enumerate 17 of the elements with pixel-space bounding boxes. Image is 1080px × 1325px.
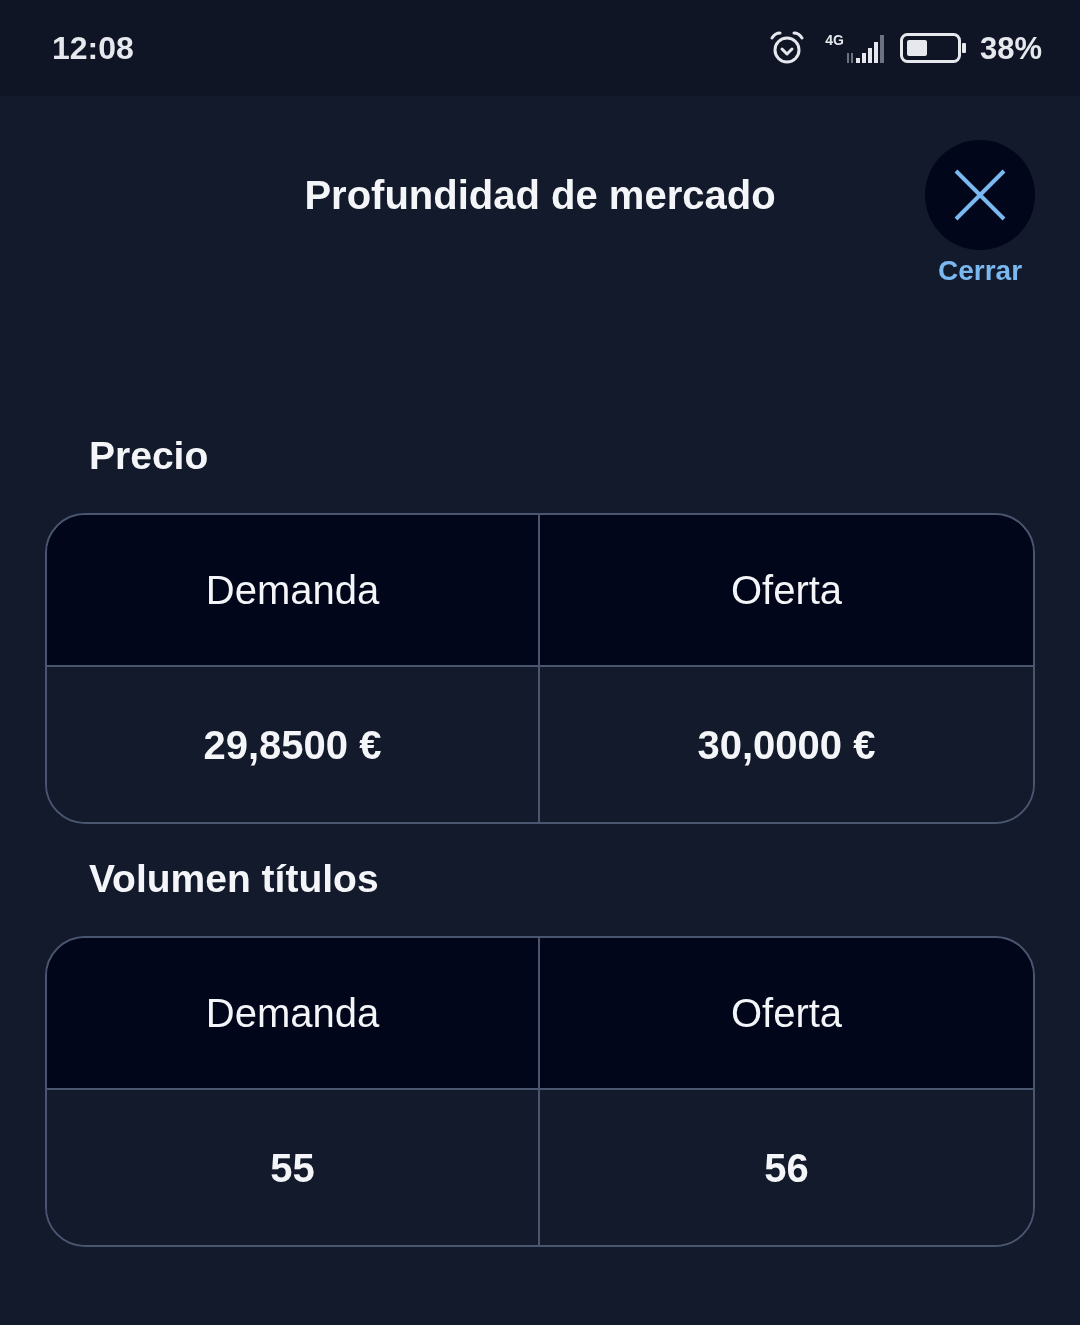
table-cell: 29,8500 € xyxy=(47,667,540,822)
section-title: Precio xyxy=(89,433,209,479)
section-title: Volumen títulos xyxy=(89,856,379,902)
table-cell: 55 xyxy=(47,1090,540,1245)
page-title: Profundidad de mercado xyxy=(304,172,776,219)
battery-percentage: 38% xyxy=(979,32,1042,64)
column-header: Oferta xyxy=(540,938,1033,1090)
alarm-clock-icon xyxy=(769,30,806,66)
status-time: 12:08 xyxy=(52,32,134,64)
network-type: 4G xyxy=(825,33,844,47)
close-icon xyxy=(925,140,1035,250)
battery-icon xyxy=(899,33,966,63)
column-header: Demanda xyxy=(47,938,540,1090)
column-header: Demanda xyxy=(47,515,540,667)
close-button[interactable]: Cerrar xyxy=(925,140,1035,288)
signal-icon xyxy=(845,33,886,63)
column-header: Oferta xyxy=(540,515,1033,667)
